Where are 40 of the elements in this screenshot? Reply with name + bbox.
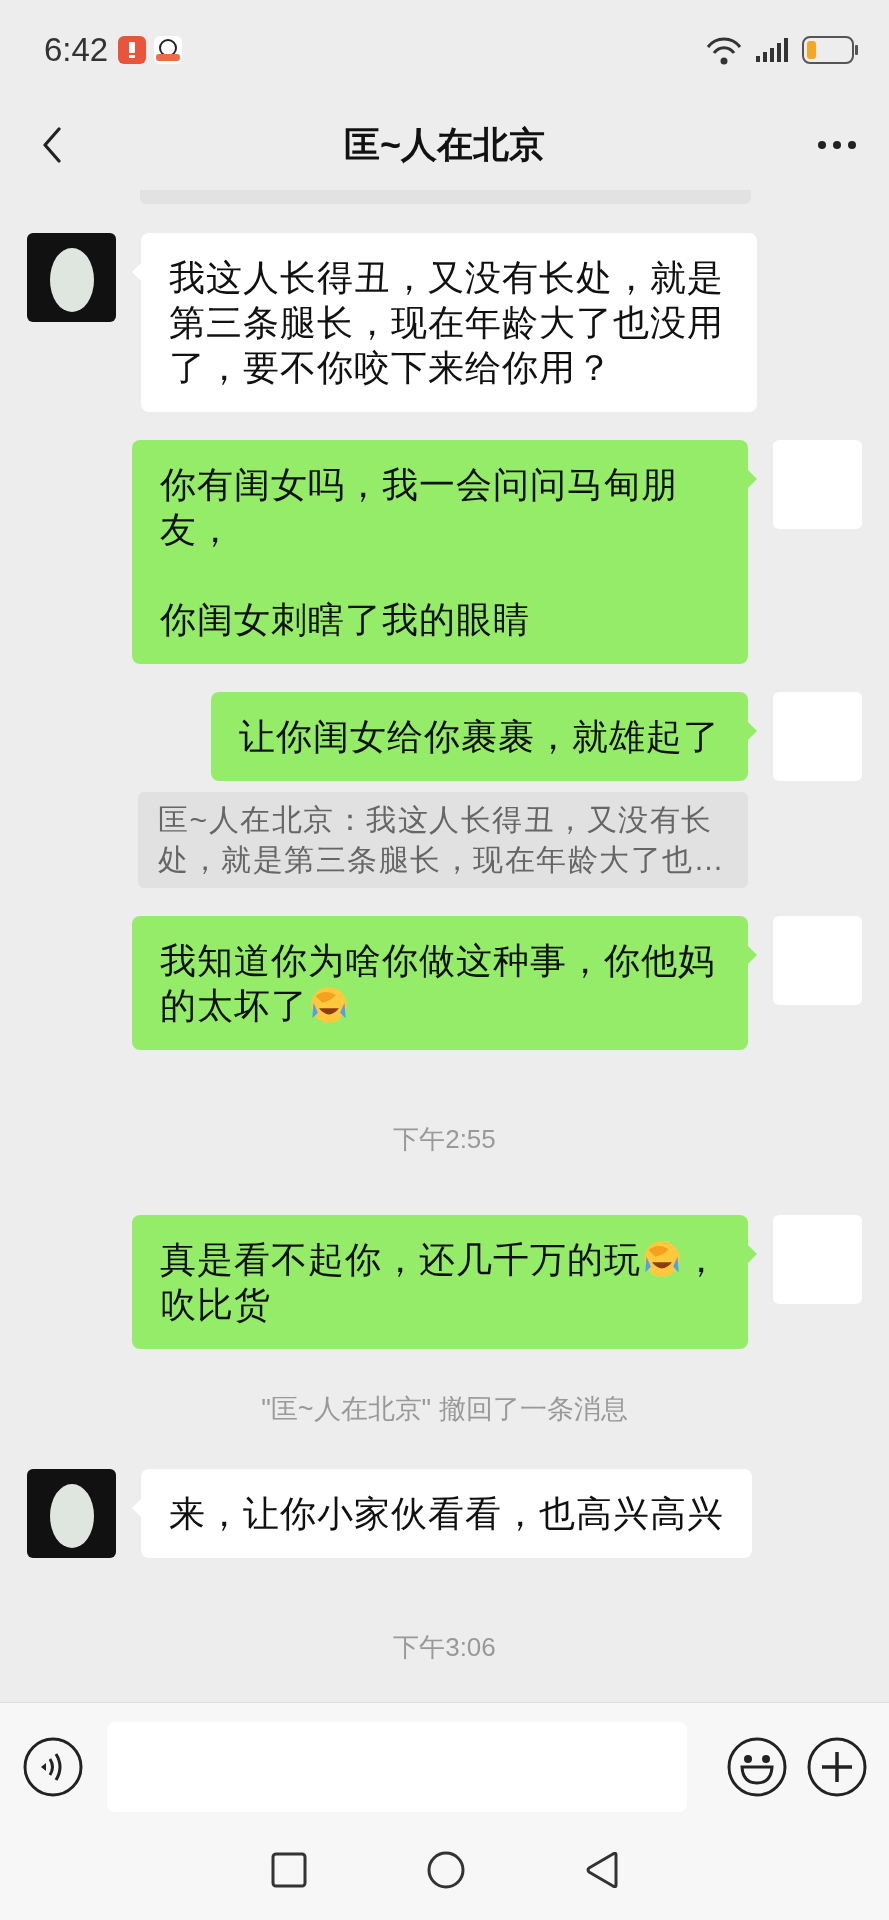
facepalm-emoji-icon — [642, 1239, 682, 1279]
emoji-button[interactable] — [727, 1736, 787, 1797]
recents-button[interactable] — [270, 1852, 307, 1888]
facepalm-emoji-icon — [309, 985, 349, 1025]
recall-notice: "匡~人在北京" 撤回了一条消息 — [261, 1393, 628, 1426]
bubble-tail — [748, 1245, 757, 1263]
plus-icon — [807, 1736, 867, 1797]
bubble-tail — [748, 470, 757, 488]
smiley-icon — [727, 1736, 787, 1797]
quoted-message[interactable]: 匡~人在北京：我这人长得丑，又没有长处，就是第三条腿长，现在年龄大了也… — [138, 792, 748, 888]
bubble-tail — [748, 722, 757, 740]
square-icon — [270, 1852, 307, 1888]
back-icon — [41, 127, 63, 163]
more-button[interactable] — [815, 141, 859, 149]
timestamp: 下午3:06 — [393, 1631, 496, 1664]
triangle-back-icon — [584, 1852, 619, 1888]
avatar-photo[interactable] — [27, 1469, 116, 1558]
battery-alert-icon — [118, 36, 147, 64]
wifi-icon — [706, 35, 742, 65]
message-bubble[interactable]: 来，让你小家伙看看，也高兴高兴 — [141, 1469, 752, 1558]
bubble-tail — [748, 946, 757, 964]
voice-icon — [23, 1736, 83, 1797]
circle-icon — [426, 1851, 465, 1889]
add-button[interactable] — [807, 1736, 867, 1797]
avatar-photo[interactable] — [27, 233, 116, 322]
chat-title: 匡~人在北京 — [343, 122, 546, 167]
app-notification-icon — [154, 36, 183, 64]
message-bubble[interactable]: 让你闺女给你裹裹，就雄起了 — [211, 692, 748, 781]
status-time: 6:42 — [44, 31, 109, 69]
message-bubble[interactable]: 你有闺女吗，我一会问问马甸朋友， 你闺女刺瞎了我的眼睛 — [132, 440, 748, 664]
home-button[interactable] — [426, 1851, 465, 1889]
timestamp: 下午2:55 — [393, 1123, 496, 1156]
more-icon — [818, 141, 856, 149]
message-bubble[interactable]: 真是看不起你，还几千万的玩 ，吹比货 — [132, 1215, 748, 1349]
battery-icon — [802, 36, 859, 64]
signal-icon — [756, 38, 788, 62]
voice-button[interactable] — [23, 1736, 83, 1797]
back-nav-button[interactable] — [584, 1852, 619, 1888]
message-bubble[interactable]: 我知道你为啥你做这种事，你他妈的太坏了 — [132, 916, 748, 1050]
message-bubble[interactable]: 我这人长得丑，又没有长处，就是第三条腿长，现在年龄大了也没用了，要不你咬下来给你用？ — [141, 233, 757, 412]
